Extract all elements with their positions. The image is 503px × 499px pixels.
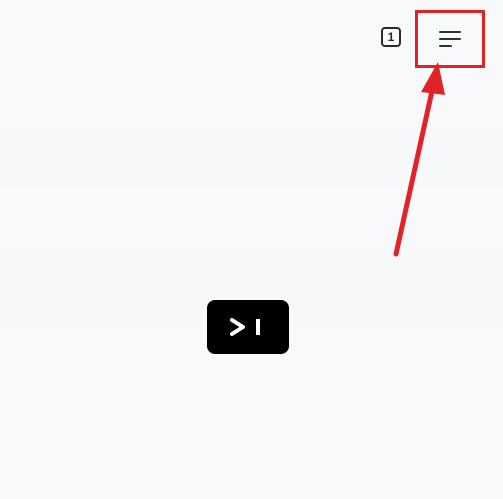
hamburger-menu-icon — [439, 31, 461, 47]
terminal-app-tile[interactable] — [207, 300, 289, 354]
terminal-prompt-icon — [230, 318, 260, 336]
tab-count-button[interactable]: 1 — [381, 27, 401, 47]
menu-button[interactable] — [415, 10, 485, 68]
browser-screen: 1 — [0, 0, 503, 499]
background-band — [0, 128, 503, 188]
